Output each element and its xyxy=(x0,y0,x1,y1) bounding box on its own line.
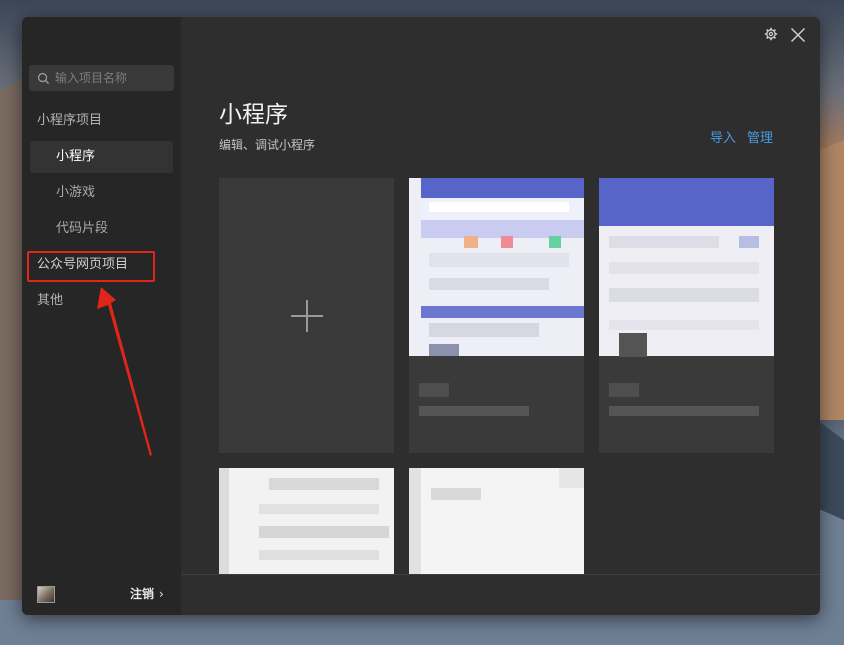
import-button[interactable]: 导入 xyxy=(710,127,736,146)
plus-icon xyxy=(291,300,323,332)
wechat-devtools-window: 小程序项目 小程序 小游戏 代码片段 公众号网页项目 其他 注销› xyxy=(22,17,820,615)
avatar[interactable] xyxy=(37,586,55,603)
sidebar-item-code-snippet[interactable]: 代码片段 xyxy=(30,213,173,245)
main-panel: 小程序 编辑、调试小程序 导入 管理 xyxy=(181,17,820,615)
sidebar-item-minigame[interactable]: 小游戏 xyxy=(30,177,173,209)
search-input[interactable] xyxy=(55,71,170,85)
project-card[interactable] xyxy=(599,178,774,453)
search-box[interactable] xyxy=(29,65,174,91)
annotation-highlight-box xyxy=(27,251,155,282)
sidebar-item-other[interactable]: 其他 xyxy=(37,291,63,311)
settings-icon[interactable] xyxy=(764,27,778,41)
project-card[interactable] xyxy=(409,468,584,574)
project-thumbnail xyxy=(409,178,584,356)
project-card[interactable] xyxy=(219,468,394,574)
sidebar-item-miniprogram[interactable]: 小程序 xyxy=(30,141,173,173)
project-card[interactable] xyxy=(409,178,584,453)
search-icon xyxy=(37,72,50,84)
page-title: 小程序 xyxy=(219,102,288,128)
new-project-card[interactable] xyxy=(219,178,394,453)
user-area: 注销 › xyxy=(22,575,181,615)
logout-label: 注销 xyxy=(130,587,155,601)
project-thumbnail xyxy=(599,178,774,357)
page-subtitle: 编辑、调试小程序 xyxy=(219,138,316,152)
footer-divider xyxy=(181,574,820,575)
logout-button[interactable]: 注销 › xyxy=(130,585,164,602)
close-icon[interactable] xyxy=(790,27,806,43)
sidebar: 小程序项目 小程序 小游戏 代码片段 公众号网页项目 其他 注销› xyxy=(22,17,181,615)
chevron-right-icon: › xyxy=(159,587,164,601)
manage-button[interactable]: 管理 xyxy=(747,127,773,146)
section-miniprogram-projects[interactable]: 小程序项目 xyxy=(37,111,102,131)
